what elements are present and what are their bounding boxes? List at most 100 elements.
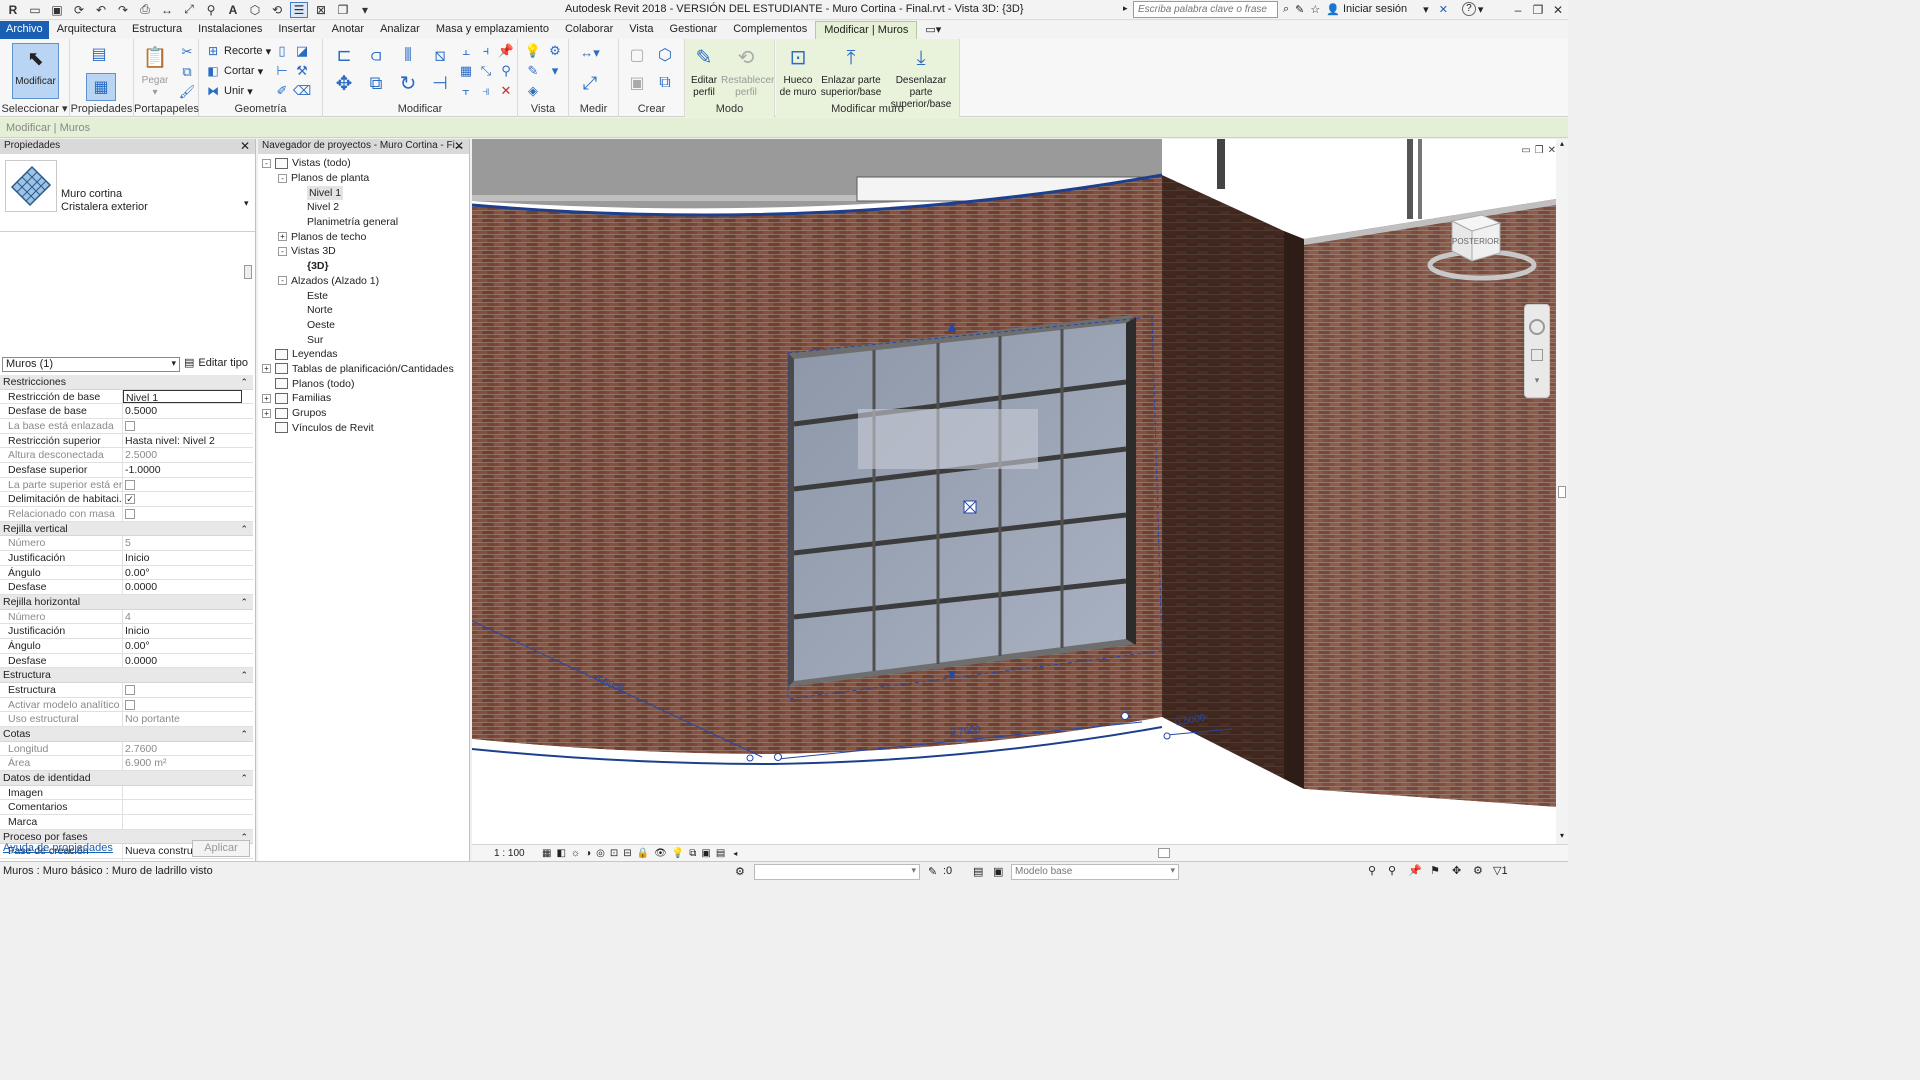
browser-node[interactable]: + Tablas de planificación/Cantidades [258, 362, 468, 377]
restore-icon[interactable]: ❐ [1527, 1, 1549, 19]
browser-node[interactable]: - Vistas (todo) [258, 156, 468, 171]
steering-wheel-icon[interactable] [1529, 319, 1545, 335]
browser-node[interactable]: Vínculos de Revit [258, 420, 468, 435]
cope-button[interactable]: ⊞ Recorte ▾ [205, 42, 271, 60]
browser-node[interactable]: - Vistas 3D [258, 244, 468, 259]
tab-modificar-muros[interactable]: Modificar | Muros [815, 21, 918, 39]
modify-button[interactable]: ⬉ Modificar [12, 43, 59, 99]
browser-node[interactable]: + Familias [258, 391, 468, 406]
zoom-icon[interactable] [1531, 349, 1543, 361]
properties-category[interactable]: Estructura ⌃ [0, 668, 253, 684]
split-face-icon[interactable]: ▯ [273, 42, 291, 60]
visual-style-icon[interactable]: ◧ [556, 848, 565, 859]
collapse-icon[interactable]: ⌃ [240, 522, 248, 536]
text-icon[interactable]: A [224, 2, 242, 18]
highlight-icon[interactable]: ▤ [716, 848, 725, 859]
worksets-icon[interactable]: ⚙ [735, 865, 745, 878]
3d-view-icon[interactable]: ⬡ [246, 2, 264, 18]
property-value[interactable]: 0.5000 [123, 404, 253, 418]
join-button[interactable]: ⧓ Unir ▾ [205, 82, 253, 100]
select-by-face-icon[interactable]: ⚑ [1430, 864, 1440, 877]
navbar-dropdown-icon[interactable]: ▾ [1525, 375, 1549, 386]
tab-vista[interactable]: Vista [621, 21, 661, 39]
copy-element-icon[interactable]: ⧉ [363, 71, 389, 95]
sync-icon[interactable]: ⟳ [70, 2, 88, 18]
browser-node[interactable]: Planimetría general [258, 215, 468, 230]
workset-select[interactable]: ▾ [754, 864, 920, 880]
view-close-icon[interactable]: ✕ [1548, 145, 1556, 156]
mirror-axis-icon[interactable]: ⫴ [395, 43, 421, 67]
dimension-icon[interactable]: ⤢ [180, 2, 198, 18]
linework-icon[interactable]: ✎ [524, 62, 542, 80]
tab-gestionar[interactable]: Gestionar [662, 21, 726, 39]
browser-node[interactable]: + Grupos [258, 406, 468, 421]
property-value[interactable] [123, 786, 253, 800]
editing-requests-icon[interactable]: ✎ [928, 865, 937, 878]
offset-icon[interactable]: ⫏ [363, 43, 389, 67]
background-processes-icon[interactable]: ⚙ [1473, 864, 1483, 877]
help-dropdown-icon[interactable]: ▾ [1478, 3, 1484, 16]
view-minimize-icon[interactable]: ▭ [1521, 145, 1530, 156]
rotate-icon[interactable]: ↻ [395, 71, 421, 95]
array-icon[interactable]: ▦ [457, 62, 475, 80]
view-vertical-scrollbar[interactable]: ▴ ▾ [1556, 139, 1568, 844]
properties-toggle-icon[interactable]: ▦ [86, 73, 116, 101]
favorites-icon[interactable]: ☆ [1310, 3, 1320, 16]
help-button[interactable]: ? [1461, 2, 1476, 16]
browser-node[interactable]: - Planos de planta [258, 171, 468, 186]
wall-opening-button[interactable]: ⊡ Hueco de muro [778, 43, 818, 99]
split-icon[interactable]: ⫠ [457, 42, 475, 60]
property-value[interactable]: ✓ [123, 492, 253, 506]
cut-geometry-button[interactable]: ◧ Cortar ▾ [205, 62, 263, 80]
delete-icon[interactable]: ✕ [497, 82, 515, 100]
type-selector[interactable]: Muro cortina Cristalera exterior ▾ [0, 154, 255, 232]
demolish-icon[interactable]: ⚒ [293, 62, 311, 80]
paint-brush-icon[interactable]: ✐ [273, 82, 291, 100]
copy-icon[interactable]: ⧉ [178, 63, 196, 81]
view-dropdown-icon[interactable]: ▾ [546, 62, 564, 80]
pin-icon[interactable]: 📌 [497, 42, 515, 60]
worksharing-icon[interactable]: ⧉ [689, 848, 696, 859]
collapse-icon[interactable]: ⌃ [240, 668, 248, 682]
collapse-icon[interactable]: ⌃ [240, 771, 248, 785]
hscroll-left-icon[interactable]: ◂ [733, 849, 737, 858]
property-value[interactable] [123, 815, 253, 829]
view-hscroll-thumb[interactable] [1158, 848, 1170, 858]
property-value[interactable]: 0.00° [123, 566, 253, 580]
switch-windows-icon[interactable]: ❐ [334, 2, 352, 18]
type-properties-icon[interactable]: ▤ [90, 45, 108, 63]
view-vscroll-thumb[interactable] [1558, 486, 1566, 498]
select-dropdown[interactable]: Seleccionar ▾ [0, 102, 69, 115]
reset-profile-button[interactable]: ⟲ Restablecer perfil [721, 43, 774, 99]
create-assembly-icon[interactable]: ▢ [625, 43, 649, 67]
move-icon[interactable]: ✥ [331, 71, 357, 95]
sun-path-icon[interactable]: ☼ [571, 848, 580, 859]
remove-paint-icon[interactable]: ⌫ [293, 82, 311, 100]
browser-node[interactable]: Sur [258, 332, 468, 347]
collapse-icon[interactable]: ⌃ [240, 595, 248, 609]
tab-estructura[interactable]: Estructura [124, 21, 190, 39]
create-group-icon[interactable]: ▣ [625, 71, 649, 95]
paint-icon[interactable]: ◪ [293, 42, 311, 60]
hide-icon[interactable]: 💡 [524, 42, 542, 60]
property-value[interactable]: 0.00° [123, 639, 253, 653]
property-value[interactable]: Hasta nivel: Nivel 2 [123, 434, 253, 448]
property-value[interactable]: 0.0000 [123, 654, 253, 668]
tab-analizar[interactable]: Analizar [372, 21, 428, 39]
temp-hide-icon[interactable]: 👁 [654, 848, 667, 859]
browser-node[interactable]: Este [258, 288, 468, 303]
browser-node[interactable]: - Alzados (Alzado 1) [258, 274, 468, 289]
lock-view-icon[interactable]: 🔒 [637, 848, 649, 859]
crop-view-icon[interactable]: ⊡ [610, 848, 618, 859]
expand-icon[interactable]: + [278, 232, 287, 242]
properties-category[interactable]: Rejilla vertical ⌃ [0, 521, 253, 537]
measure-icon[interactable]: ↔ [158, 2, 176, 18]
subscription-icon[interactable]: ✎ [1295, 3, 1304, 16]
collapse-tree-icon[interactable]: - [278, 276, 287, 286]
browser-node[interactable]: + Planos de techo [258, 229, 468, 244]
undo-icon[interactable]: ↶ [92, 2, 110, 18]
view-scale[interactable]: 1 : 100 [494, 848, 538, 859]
binoculars-icon[interactable]: ⌕ [1283, 3, 1289, 16]
collapse-tree-icon[interactable]: - [278, 246, 287, 256]
browser-node[interactable]: {3D} [258, 259, 468, 274]
